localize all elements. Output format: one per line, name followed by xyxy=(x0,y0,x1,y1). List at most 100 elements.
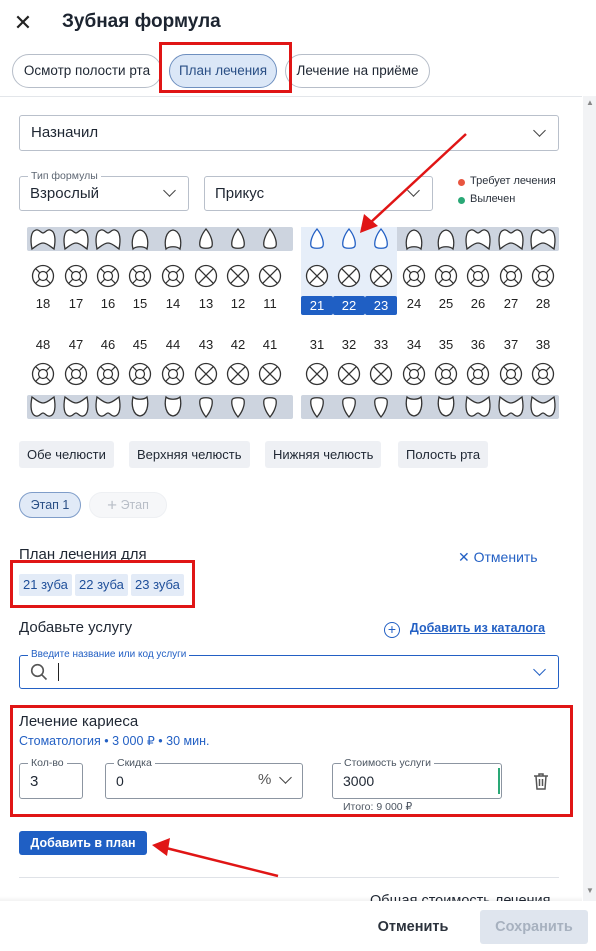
service-search-input[interactable]: Введите название или код услуги xyxy=(19,649,559,689)
tooth-surface-icon xyxy=(531,264,555,288)
tooth-number-42[interactable]: 42 xyxy=(222,337,254,352)
tooth-number-38[interactable]: 38 xyxy=(527,337,559,352)
tooth-number-41[interactable]: 41 xyxy=(254,337,286,352)
tooth-number-24[interactable]: 24 xyxy=(398,296,430,311)
tooth-crown-icon xyxy=(437,229,455,251)
highlight-box-service xyxy=(10,705,573,817)
tooth-number-37[interactable]: 37 xyxy=(495,337,527,352)
tooth-number-22[interactable]: 22 xyxy=(333,296,365,315)
tooth-number-15[interactable]: 15 xyxy=(124,296,156,311)
highlight-box-tab xyxy=(159,42,292,93)
tooth-crown-icon xyxy=(530,229,556,251)
dialog-title: Зубная формула xyxy=(62,11,221,32)
add-from-catalog-link[interactable]: + Добавить из каталога xyxy=(384,619,545,638)
scroll-down-icon[interactable]: ▼ xyxy=(586,886,594,895)
formula-type-select[interactable]: Тип формулы Взрослый xyxy=(19,170,189,211)
tooth-crown-icon xyxy=(95,229,121,251)
tooth-missing-icon xyxy=(337,362,361,386)
tooth-number-48[interactable]: 48 xyxy=(27,337,59,352)
bite-select[interactable]: Прикус xyxy=(204,176,433,211)
tooth-number-36[interactable]: 36 xyxy=(462,337,494,352)
tooth-number-34[interactable]: 34 xyxy=(398,337,430,352)
tooth-number-13[interactable]: 13 xyxy=(190,296,222,311)
both-jaws-button[interactable]: Обе челюсти xyxy=(19,441,114,468)
tooth-missing-icon xyxy=(258,362,282,386)
tooth-number-28[interactable]: 28 xyxy=(527,296,559,311)
chevron-down-icon xyxy=(533,124,546,137)
tooth-surface-icon xyxy=(31,264,55,288)
tooth-surface-icon xyxy=(402,362,426,386)
tooth-number-23[interactable]: 23 xyxy=(365,296,397,315)
search-icon xyxy=(30,663,48,681)
tooth-number-12[interactable]: 12 xyxy=(222,296,254,311)
chevron-down-icon xyxy=(163,184,176,197)
upper-jaw-button[interactable]: Верхняя челюсть xyxy=(129,441,250,468)
tooth-crown-icon xyxy=(263,227,277,249)
tab-oral-exam[interactable]: Осмотр полости рта xyxy=(12,54,162,88)
tooth-surface-icon xyxy=(64,362,88,386)
add-stage-label: Этап xyxy=(120,498,149,512)
tooth-number-16[interactable]: 16 xyxy=(92,296,124,311)
divider xyxy=(19,877,559,878)
tooth-crown-icon xyxy=(164,395,182,417)
oral-cavity-button[interactable]: Полость рта xyxy=(398,441,489,468)
tooth-crown-icon xyxy=(342,397,356,419)
tooth-crown-icon xyxy=(530,395,556,417)
close-icon: ✕ xyxy=(458,549,470,565)
tooth-missing-icon xyxy=(194,362,218,386)
tooth-crown-icon xyxy=(231,227,245,249)
tooth-missing-icon xyxy=(258,264,282,288)
tooth-number-32[interactable]: 32 xyxy=(333,337,365,352)
add-stage-button[interactable]: + Этап xyxy=(89,492,167,518)
tooth-number-17[interactable]: 17 xyxy=(60,296,92,311)
tooth-crown-icon xyxy=(63,395,89,417)
tooth-surface-icon xyxy=(128,264,152,288)
add-service-title: Добавьте услугу xyxy=(19,619,133,636)
tooth-number-43[interactable]: 43 xyxy=(190,337,222,352)
tooth-number-31[interactable]: 31 xyxy=(301,337,333,352)
tooth-crown-icon xyxy=(342,227,356,249)
tooth-number-18[interactable]: 18 xyxy=(27,296,59,311)
save-button[interactable]: Сохранить xyxy=(480,910,588,944)
tooth-number-35[interactable]: 35 xyxy=(430,337,462,352)
tooth-surface-icon xyxy=(466,362,490,386)
scroll-up-icon[interactable]: ▲ xyxy=(586,98,594,107)
add-to-plan-button[interactable]: Добавить в план xyxy=(19,831,147,855)
tooth-crown-icon xyxy=(374,227,388,249)
tooth-number-33[interactable]: 33 xyxy=(365,337,397,352)
tooth-number-11[interactable]: 11 xyxy=(254,296,286,311)
tooth-crown-icon xyxy=(63,229,89,251)
tooth-number-45[interactable]: 45 xyxy=(124,337,156,352)
tooth-crown-icon xyxy=(498,229,524,251)
close-icon[interactable]: ✕ xyxy=(10,10,36,36)
tooth-surface-icon xyxy=(499,362,523,386)
legend-needs-treatment: Требует лечения xyxy=(470,175,556,187)
plus-circle-icon: + xyxy=(384,622,400,638)
tooth-missing-icon xyxy=(305,362,329,386)
tooth-crown-icon xyxy=(405,395,423,417)
tooth-missing-icon xyxy=(226,362,250,386)
tooth-number-46[interactable]: 46 xyxy=(92,337,124,352)
stage-1-chip[interactable]: Этап 1 xyxy=(19,492,81,518)
scrollbar[interactable] xyxy=(583,96,596,901)
doctor-select[interactable]: Назначил xyxy=(19,115,559,151)
formula-type-value: Взрослый xyxy=(30,185,99,202)
lower-jaw-button[interactable]: Нижняя челюсть xyxy=(265,441,382,468)
tooth-number-14[interactable]: 14 xyxy=(157,296,189,311)
tab-treatment-at-visit[interactable]: Лечение на приёме xyxy=(285,54,430,88)
cancel-plan-link[interactable]: ✕ Отменить xyxy=(458,549,538,566)
tooth-surface-icon xyxy=(96,264,120,288)
legend-treated: Вылечен xyxy=(470,193,516,205)
tooth-missing-icon xyxy=(369,362,393,386)
cancel-button[interactable]: Отменить xyxy=(367,910,459,944)
tooth-number-21[interactable]: 21 xyxy=(301,296,333,315)
tooth-number-44[interactable]: 44 xyxy=(157,337,189,352)
tooth-missing-icon xyxy=(305,264,329,288)
tooth-missing-icon xyxy=(194,264,218,288)
dialog-header: ✕ Зубная формула xyxy=(0,0,596,48)
tooth-number-47[interactable]: 47 xyxy=(60,337,92,352)
tooth-number-25[interactable]: 25 xyxy=(430,296,462,311)
tooth-number-26[interactable]: 26 xyxy=(462,296,494,311)
tooth-surface-icon xyxy=(531,362,555,386)
tooth-number-27[interactable]: 27 xyxy=(495,296,527,311)
